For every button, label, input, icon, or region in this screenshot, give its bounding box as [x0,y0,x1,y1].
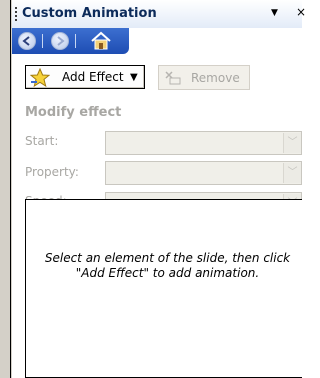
forward-arrow-icon[interactable] [51,32,69,50]
chevron-down-icon[interactable]: ﹀ [283,133,301,153]
remove-effect-icon [165,71,181,85]
pane-left-border [0,0,12,378]
property-label: Property: [25,165,79,179]
add-effect-label: Add Effect [62,70,124,84]
remove-button[interactable]: Remove [158,65,250,90]
start-label: Start: [25,134,59,148]
task-pane-nav-bar [12,28,129,54]
start-dropdown[interactable]: ﹀ [105,131,302,155]
drag-grip-handle[interactable] [15,7,17,22]
modify-effect-heading: Modify effect [25,105,122,120]
add-effect-button[interactable]: Add Effect ▼ [25,65,145,89]
pane-menu-dropdown-icon[interactable]: ▼ [271,8,278,18]
task-pane-title: Custom Animation [22,6,157,21]
close-pane-icon[interactable]: × [296,5,306,19]
back-arrow-icon[interactable] [18,32,36,50]
pane-edge-line [10,0,11,378]
task-pane-title-bar: Custom Animation ▼ × [12,0,306,28]
home-icon[interactable] [90,31,112,51]
nav-separator [42,34,43,48]
empty-list-message: Select an element of the slide, then cli… [44,251,291,280]
remove-label: Remove [191,71,240,85]
nav-separator [75,34,76,48]
custom-animation-task-pane: Custom Animation ▼ × Add Effect ▼ Remove… [0,0,306,378]
star-icon [30,68,50,87]
chevron-down-icon: ▼ [130,72,138,83]
chevron-down-icon[interactable]: ﹀ [283,163,301,183]
animation-effects-list[interactable]: Select an element of the slide, then cli… [25,199,302,378]
property-dropdown[interactable]: ﹀ [105,161,302,185]
